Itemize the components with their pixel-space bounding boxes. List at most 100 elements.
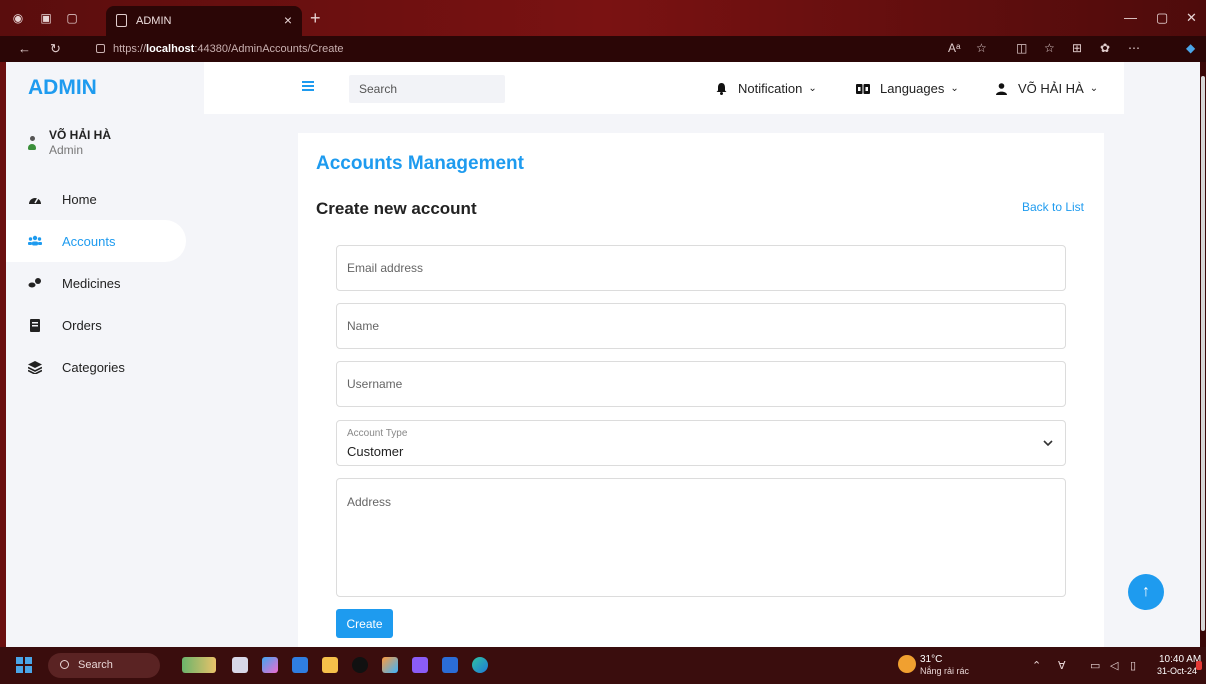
todo-app-icon[interactable] [292,657,308,673]
weather-temperature: 31°C [920,654,943,665]
hamburger-menu-icon[interactable] [302,81,314,91]
word-icon[interactable] [442,657,458,673]
sidebar-item-orders[interactable]: Orders [6,304,186,346]
page-icon [116,14,127,27]
minimize-icon[interactable]: — [1124,10,1137,25]
photos-icon[interactable] [382,657,398,673]
volume-icon[interactable]: ◁ [1110,659,1118,672]
tab-title: ADMIN [136,15,172,27]
sidebar: ADMIN VÕ HẢI HÀ Admin Home Accounts Medi… [6,62,204,647]
clock-date[interactable]: 31-Oct-24 [1157,666,1197,676]
username-field[interactable] [336,361,1066,407]
page-scrollbar[interactable] [1200,62,1206,647]
workspaces-icon[interactable]: ▣ [38,10,54,26]
account-type-label: Account Type [347,428,408,439]
profile-icon[interactable]: ◉ [10,10,26,26]
page-title: Accounts Management [316,153,524,174]
sidebar-item-medicines[interactable]: Medicines [6,262,186,304]
arrow-up-icon: ↑ [1142,583,1150,600]
sidebar-item-label: Categories [62,359,125,375]
sidebar-user-name: VÕ HẢI HÀ [49,128,112,142]
user-avatar-icon [28,134,38,154]
sidebar-item-home[interactable]: Home [6,178,186,220]
refresh-icon[interactable]: ↻ [50,41,61,57]
browser-tab[interactable]: ADMIN × [106,6,302,36]
edge-icon[interactable] [472,657,488,673]
chevron-down-icon: ⌄ [1089,83,1099,94]
back-arrow-icon[interactable]: ← [18,41,31,56]
users-icon [28,234,42,248]
sidebar-item-accounts[interactable]: Accounts [6,220,186,262]
chevron-down-icon: ⌄ [808,83,817,94]
name-field[interactable] [336,303,1066,349]
layers-icon [28,360,42,374]
chevron-down-icon: ⌄ [950,83,959,94]
network-icon[interactable]: ▭ [1090,659,1100,672]
brand-logo[interactable]: ADMIN [28,76,97,100]
close-tab-icon[interactable]: × [284,12,292,28]
create-account-card: Accounts Management Create new account B… [298,133,1104,647]
search-input[interactable] [349,75,505,103]
address-field[interactable] [336,478,1066,597]
more-icon[interactable]: ⋯ [1128,41,1140,55]
top-navbar: Notification ⌄ Languages ⌄ VÕ HẢI HÀ ⌄ [204,62,1124,114]
task-view-icon[interactable] [232,657,248,673]
extensions-icon[interactable]: ✿ [1100,41,1110,55]
languages-label: Languages [880,81,945,96]
weather-description: Nắng rải rác [920,666,970,676]
form-title: Create new account [316,199,477,218]
tab-actions-icon[interactable]: ▢ [64,10,80,26]
url-field[interactable]: https://localhost:44380/AdminAccounts/Cr… [96,40,956,58]
battery-icon[interactable]: ▯ [1130,659,1136,672]
user-icon [994,82,1008,96]
notification-label: Notification [738,81,803,96]
clock-time[interactable]: 10:40 AM [1159,654,1201,665]
new-tab-button[interactable]: + [310,8,321,29]
web-viewport: ADMIN VÕ HẢI HÀ Admin Home Accounts Medi… [6,62,1200,647]
file-explorer-icon[interactable] [322,657,338,673]
read-aloud-icon[interactable]: Aᵃ [948,41,960,55]
scrollbar-thumb[interactable] [1201,76,1205,631]
account-type-select[interactable]: Account Type Customer [336,420,1066,466]
widgets-icon[interactable] [182,657,216,673]
favorites-icon[interactable]: ☆ [1044,41,1055,55]
collections-icon[interactable]: ⊞ [1072,41,1082,55]
main-area: Notification ⌄ Languages ⌄ VÕ HẢI HÀ ⌄ A… [204,62,1200,647]
back-to-list-link[interactable]: Back to List [1022,200,1084,214]
language-icon [856,82,870,96]
visual-studio-icon[interactable] [412,657,428,673]
notification-bell-icon[interactable] [1196,661,1202,670]
weather-icon[interactable] [898,655,916,673]
user-dropdown[interactable]: VÕ HẢI HÀ ⌄ [994,81,1098,96]
taskbar-search[interactable]: Search [48,653,160,678]
receipt-icon [28,318,42,332]
copilot-app-icon[interactable] [262,657,278,673]
create-button[interactable]: Create [336,609,393,638]
sidebar-item-label: Orders [62,317,102,333]
split-screen-icon[interactable]: ◫ [1016,41,1027,55]
user-label: VÕ HẢI HÀ [1018,81,1084,96]
search-icon [60,660,69,669]
dashboard-icon [28,192,42,206]
chevron-up-icon[interactable]: ⌃ [1032,659,1041,672]
close-window-icon[interactable]: ✕ [1186,10,1197,26]
copilot-icon[interactable]: ◆ [1186,41,1195,55]
pills-icon [28,276,42,290]
scroll-to-top-button[interactable]: ↑ [1128,574,1164,610]
address-bar: ← ↻ https://localhost:44380/AdminAccount… [0,36,1206,62]
sidebar-item-categories[interactable]: Categories [6,346,186,388]
sidebar-menu: Home Accounts Medicines Orders Categorie… [6,178,204,388]
windows-start-icon[interactable] [16,657,32,673]
lock-icon [96,44,105,53]
tiktok-icon[interactable] [352,657,368,673]
sidebar-item-label: Accounts [62,233,116,249]
favorite-star-icon[interactable]: ☆ [976,41,987,55]
maximize-icon[interactable]: ▢ [1156,10,1168,26]
sidebar-user-role: Admin [49,143,84,157]
email-field[interactable] [336,245,1066,291]
vpn-icon[interactable]: ∀ [1058,659,1066,672]
bell-icon [714,82,728,96]
languages-dropdown[interactable]: Languages ⌄ [856,81,959,96]
notification-dropdown[interactable]: Notification ⌄ [714,81,817,96]
sidebar-item-label: Home [62,191,97,207]
